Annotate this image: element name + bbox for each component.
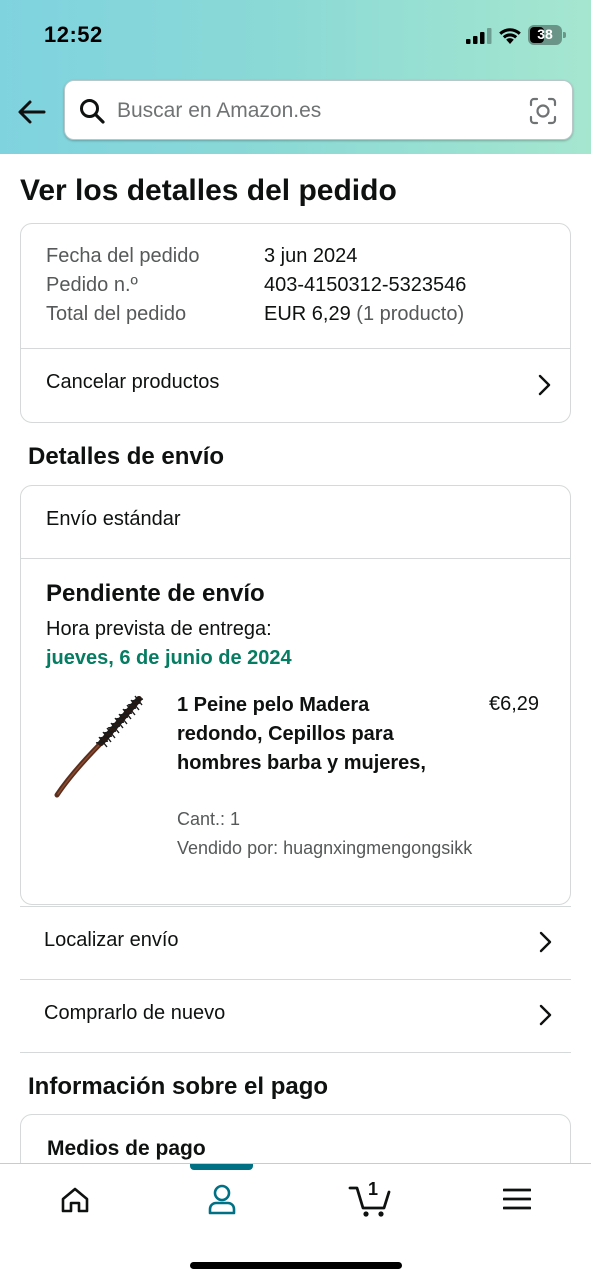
signal-icon: [466, 28, 492, 44]
shipping-card: Envío estándar Pendiente de envío Hora p…: [20, 485, 571, 905]
order-number-value: 403-4150312-5323546: [264, 274, 467, 296]
product-image[interactable]: [51, 691, 151, 801]
product-title-link[interactable]: 1 Peine pelo Madera redondo, Cepillos pa…: [177, 691, 427, 778]
menu-icon: [503, 1188, 531, 1210]
payment-methods-label: Medios de pago: [47, 1137, 206, 1160]
wifi-icon: [499, 28, 521, 44]
delivery-estimate-date: jueves, 6 de junio de 2024: [46, 647, 292, 669]
product-price: €6,29: [489, 693, 540, 715]
nav-cart[interactable]: 1: [320, 1164, 420, 1234]
order-number-label: Pedido n.º: [46, 274, 138, 296]
order-date-value: 3 jun 2024: [264, 245, 358, 267]
nav-home[interactable]: [24, 1164, 124, 1234]
nav-account[interactable]: [172, 1164, 272, 1234]
battery-level: 38: [537, 26, 553, 42]
app-header: 12:52 38: [0, 0, 591, 154]
battery-icon: 38: [528, 25, 566, 45]
track-package-label: Localizar envío: [44, 929, 179, 951]
page-title: Ver los detalles del pedido: [20, 174, 397, 207]
shipment-status: Pendiente de envío: [46, 580, 265, 607]
camera-scan-icon[interactable]: [529, 97, 557, 125]
divider: [20, 1052, 571, 1053]
delivery-estimate-label: Hora prevista de entrega:: [46, 618, 272, 640]
chevron-right-icon: [539, 931, 552, 953]
nav-menu[interactable]: [467, 1164, 567, 1234]
order-total-amount: EUR 6,29: [264, 303, 351, 325]
order-summary-card: Fecha del pedido 3 jun 2024 Pedido n.º 4…: [20, 223, 571, 423]
buy-again-row[interactable]: Comprarlo de nuevo: [20, 979, 571, 1051]
order-total-label: Total del pedido: [46, 303, 187, 325]
search-bar[interactable]: [64, 80, 573, 140]
buy-again-label: Comprarlo de nuevo: [44, 1002, 226, 1024]
search-icon: [80, 99, 105, 124]
product-seller: Vendido por: huagnxingmengongsikk: [177, 838, 473, 858]
chevron-right-icon: [539, 1004, 552, 1026]
shipping-section-title: Detalles de envío: [28, 443, 225, 470]
cancel-products-label: Cancelar productos: [46, 371, 220, 393]
order-total-items: (1 producto): [356, 303, 465, 325]
home-indicator[interactable]: [190, 1262, 402, 1269]
track-package-row[interactable]: Localizar envío: [20, 906, 571, 978]
order-date-label: Fecha del pedido: [46, 245, 200, 267]
order-total-value: EUR 6,29 (1 producto): [264, 303, 464, 326]
status-time: 12:52: [44, 22, 103, 47]
home-icon: [61, 1187, 89, 1213]
divider: [21, 558, 570, 559]
search-input[interactable]: [117, 95, 517, 127]
back-arrow-icon[interactable]: [16, 96, 48, 128]
payment-section-title: Información sobre el pago: [28, 1073, 329, 1100]
cart-count-badge: 1: [367, 1179, 378, 1199]
product-quantity: Cant.: 1: [177, 809, 241, 829]
shipping-type: Envío estándar: [46, 508, 181, 530]
cancel-products-row[interactable]: Cancelar productos: [21, 349, 570, 421]
chevron-right-icon: [538, 374, 551, 396]
account-icon: [208, 1184, 236, 1215]
status-bar: 12:52 38: [0, 0, 591, 70]
